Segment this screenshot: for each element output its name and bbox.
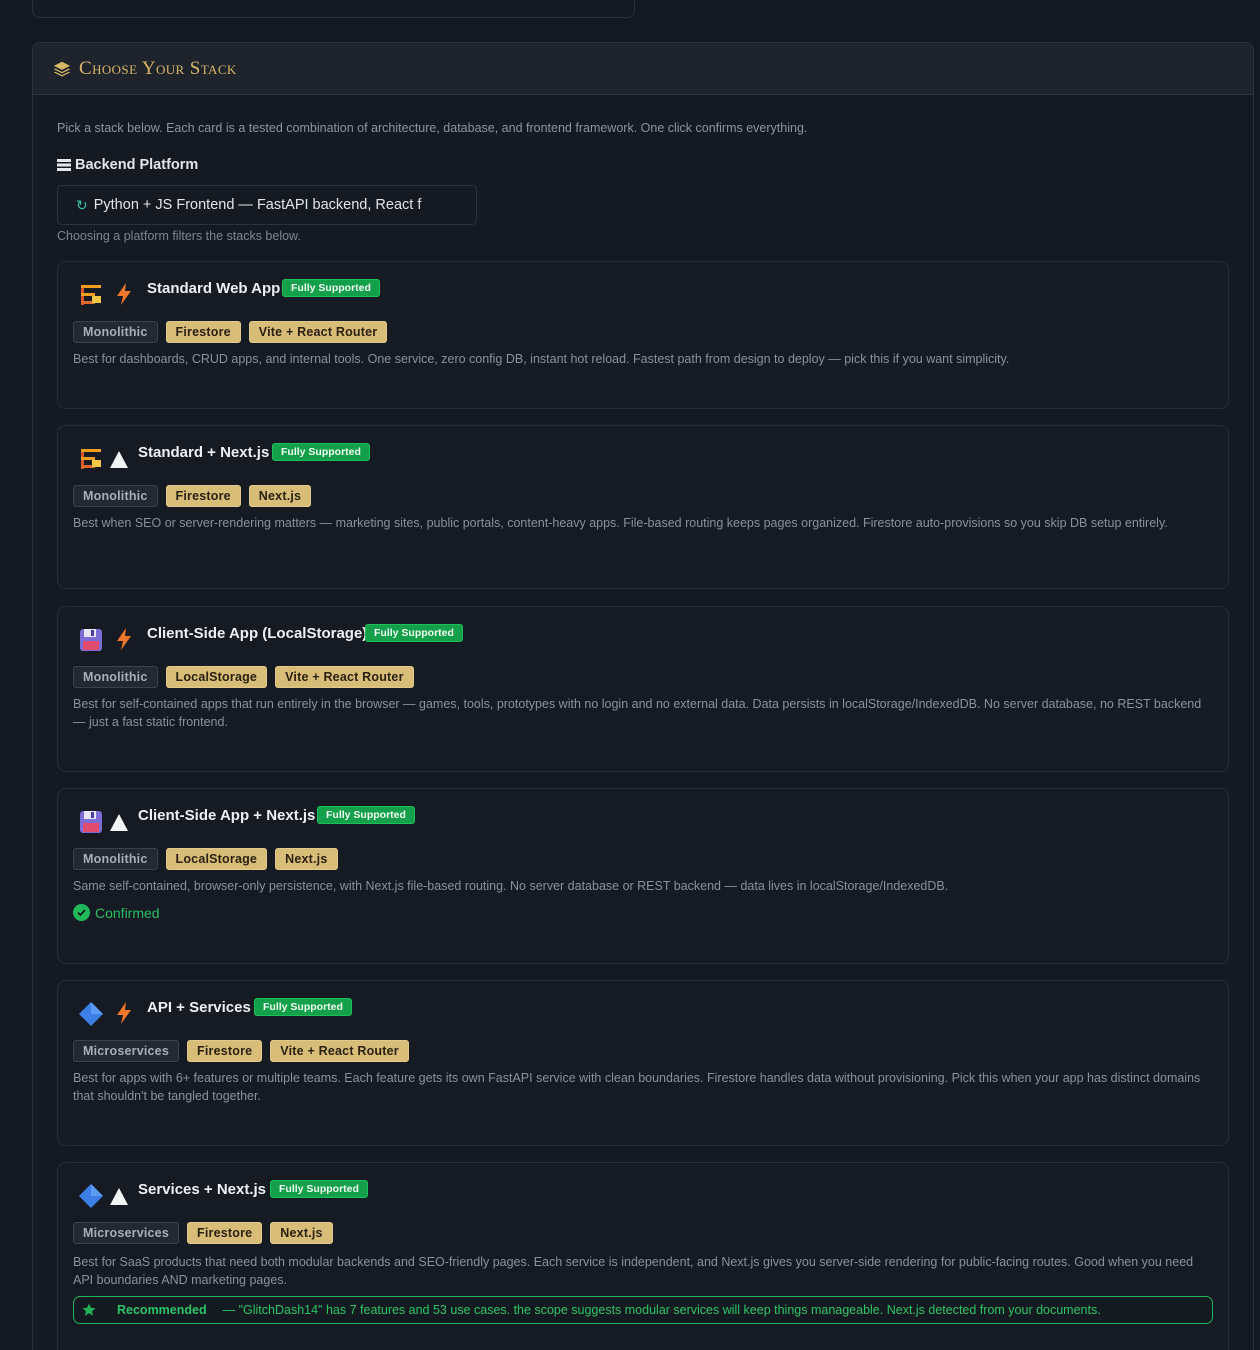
panel-header: Choose Your Stack [33, 43, 1253, 95]
stack-card-standard-nextjs[interactable]: Standard + Next.js Fully Supported Monol… [57, 425, 1229, 589]
firestore-icon [81, 449, 101, 469]
vite-bolt-icon [117, 1002, 131, 1024]
support-badge: Fully Supported [365, 624, 463, 642]
stack-card-client-side-nextjs[interactable]: Client-Side App + Next.js Fully Supporte… [57, 788, 1229, 964]
diamond-icon [79, 1184, 103, 1208]
tag-row: Monolithic Firestore Next.js [73, 485, 312, 507]
card-title: Standard + Next.js [138, 444, 270, 461]
architecture-tag: Monolithic [73, 848, 158, 870]
architecture-tag: Microservices [73, 1040, 179, 1062]
database-tag: LocalStorage [165, 848, 268, 870]
card-description: Best when SEO or server-rendering matter… [73, 516, 1168, 530]
stack-card-services-nextjs[interactable]: Services + Next.js Fully Supported Micro… [57, 1162, 1229, 1350]
platform-label: Backend Platform [75, 157, 199, 173]
support-badge: Fully Supported [272, 443, 370, 461]
star-icon [82, 1303, 96, 1316]
card-title: Standard Web App [147, 280, 281, 297]
vite-bolt-icon [117, 283, 131, 305]
frontend-tag: Vite + React Router [275, 666, 414, 688]
platform-select-value: Python + JS Frontend — FastAPI backend, … [93, 197, 422, 213]
confirmed-status: Confirmed [73, 904, 160, 921]
recommended-reason: — "GlitchDash14" has 7 features and 53 u… [222, 1303, 1101, 1317]
tag-row: Monolithic Firestore Vite + React Router [73, 321, 388, 343]
frontend-tag: Vite + React Router [248, 321, 388, 343]
frontend-tag: Next.js [270, 1222, 333, 1244]
card-description: Best for dashboards, CRUD apps, and inte… [73, 352, 1010, 366]
tag-row: Microservices Firestore Next.js [73, 1222, 333, 1244]
frontend-tag: Next.js [248, 485, 312, 507]
link-icon: ↻ [76, 196, 88, 213]
floppy-disk-icon [80, 629, 102, 651]
vite-bolt-icon [117, 628, 131, 650]
card-description: Best for apps with 6+ features or multip… [73, 1071, 1201, 1103]
platform-label-row: Backend Platform [57, 157, 198, 173]
stack-card-api-services[interactable]: API + Services Fully Supported Microserv… [57, 980, 1229, 1146]
platform-select[interactable]: ↻ Python + JS Frontend — FastAPI backend… [57, 185, 477, 225]
nextjs-triangle-icon [110, 814, 128, 831]
card-description: Best for SaaS products that need both mo… [73, 1255, 1194, 1287]
support-badge: Fully Supported [254, 998, 352, 1016]
firestore-icon [81, 285, 101, 305]
tag-row: Monolithic LocalStorage Next.js [73, 848, 338, 870]
card-title: Client-Side App + Next.js [138, 807, 316, 824]
platform-hint: Choosing a platform filters the stacks b… [57, 229, 301, 243]
database-tag: Firestore [187, 1040, 263, 1062]
card-description: Best for self-contained apps that run en… [73, 697, 1202, 729]
confirmed-label: Confirmed [95, 904, 160, 921]
architecture-tag: Monolithic [73, 666, 158, 688]
database-tag: Firestore [187, 1222, 263, 1244]
support-badge: Fully Supported [270, 1180, 368, 1198]
database-tag: LocalStorage [165, 666, 268, 688]
architecture-tag: Monolithic [73, 321, 158, 343]
nextjs-triangle-icon [110, 1188, 128, 1205]
intro-text: Pick a stack below. Each card is a teste… [57, 121, 808, 135]
floppy-disk-icon [80, 811, 102, 833]
previous-section-card [32, 0, 635, 18]
nextjs-triangle-icon [110, 451, 128, 468]
choose-stack-panel: Choose Your Stack Pick a stack below. Ea… [32, 42, 1254, 1350]
card-description: Same self-contained, browser-only persis… [73, 879, 949, 893]
stack-card-standard-web-app[interactable]: Standard Web App Fully Supported Monolit… [57, 261, 1229, 409]
support-badge: Fully Supported [282, 279, 380, 297]
diamond-icon [79, 1002, 103, 1026]
panel-title: Choose Your Stack [79, 57, 237, 79]
recommended-banner: Recommended — "GlitchDash14" has 7 featu… [73, 1296, 1213, 1324]
check-circle-icon [73, 904, 90, 921]
card-title: Client-Side App (LocalStorage) [147, 625, 368, 642]
tag-row: Monolithic LocalStorage Vite + React Rou… [73, 666, 414, 688]
card-title: API + Services [147, 999, 251, 1016]
database-tag: Firestore [165, 485, 241, 507]
layers-icon [53, 61, 71, 76]
frontend-tag: Vite + React Router [270, 1040, 409, 1062]
database-tag: Firestore [165, 321, 241, 343]
frontend-tag: Next.js [275, 848, 338, 870]
support-badge: Fully Supported [317, 806, 415, 824]
recommended-label: Recommended [117, 1303, 207, 1317]
architecture-tag: Monolithic [73, 485, 158, 507]
stack-card-client-side-app[interactable]: Client-Side App (LocalStorage) Fully Sup… [57, 606, 1229, 772]
server-icon [57, 159, 71, 171]
tag-row: Microservices Firestore Vite + React Rou… [73, 1040, 409, 1062]
card-title: Services + Next.js [138, 1181, 267, 1198]
architecture-tag: Microservices [73, 1222, 179, 1244]
